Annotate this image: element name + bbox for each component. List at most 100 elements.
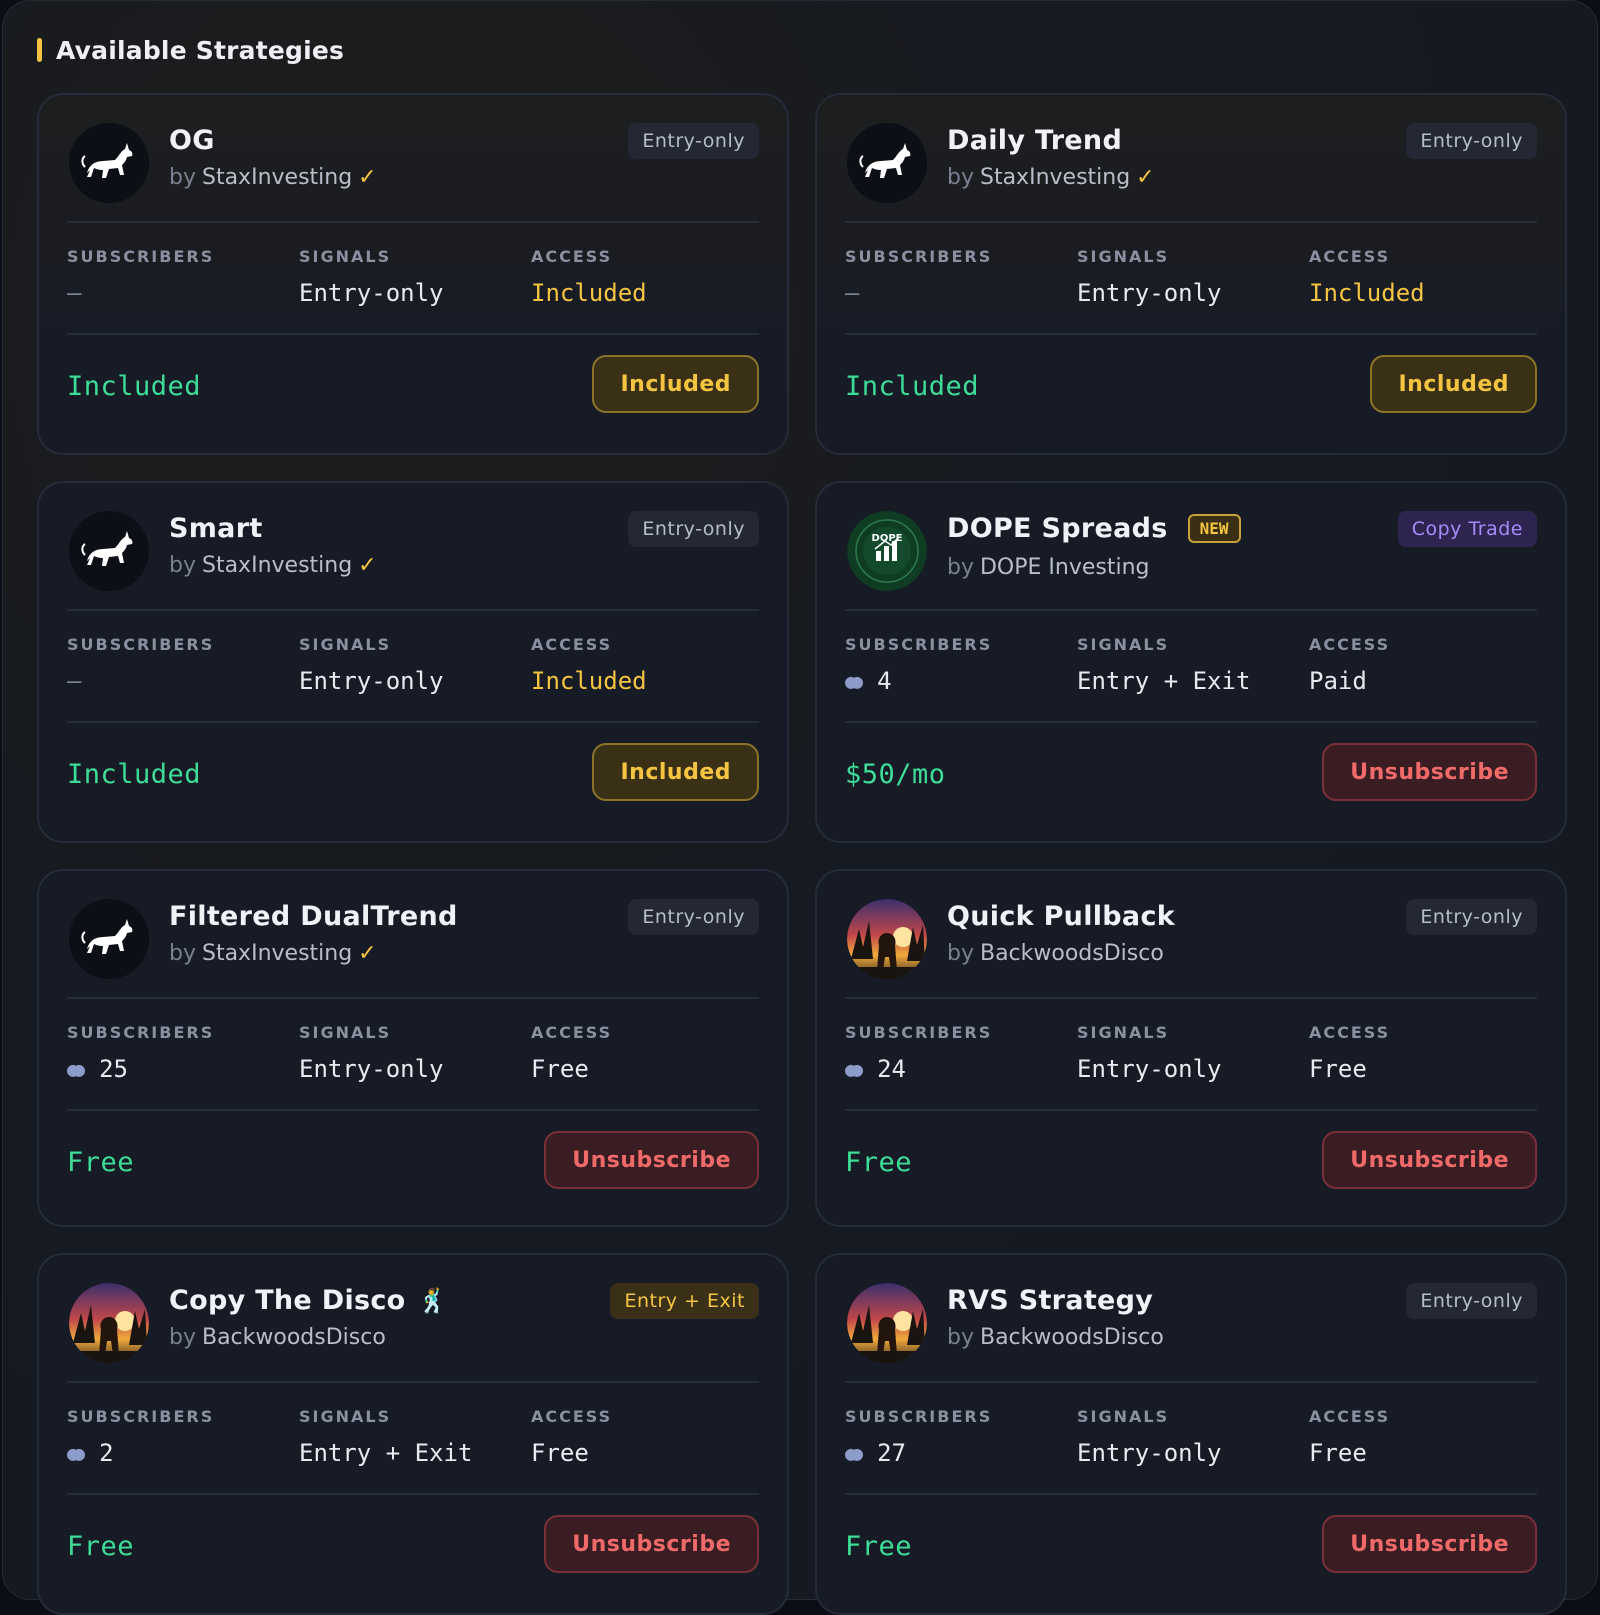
bigfoot-sunset-icon [69, 1283, 149, 1363]
bull-icon [69, 123, 149, 203]
bigfoot-sunset-icon [847, 899, 927, 979]
access-value: Paid [1309, 667, 1367, 695]
strategy-name: Daily Trend [947, 125, 1123, 156]
subscribers-label: SUBSCRIBERS [67, 1023, 215, 1042]
subscribers-value: ●● 4 [845, 667, 892, 695]
users-icon: ●● [67, 1441, 85, 1465]
access-value: Free [531, 1055, 589, 1083]
bull-icon [69, 899, 149, 979]
subscribers-value: ●● 25 [67, 1055, 128, 1083]
unsubscribe-button[interactable]: Unsubscribe [1322, 1515, 1537, 1573]
strategy-card-copy-the-disco[interactable]: Copy The Disco 🕺 by BackwoodsDisco Entry… [37, 1253, 789, 1615]
svg-text:DOPE: DOPE [872, 533, 903, 544]
divider [845, 609, 1537, 611]
access-value: Free [531, 1439, 589, 1467]
signals-label: SIGNALS [299, 1407, 392, 1426]
signals-value: Entry-only [1077, 1439, 1222, 1467]
divider [845, 1381, 1537, 1383]
signal-type-tag: Entry-only [1406, 123, 1537, 159]
strategy-author: by StaxInvesting ✓ [947, 165, 1155, 190]
signals-value: Entry + Exit [299, 1439, 473, 1467]
access-label: ACCESS [531, 635, 613, 654]
access-value: Free [1309, 1439, 1367, 1467]
strategy-card-og[interactable]: OG by StaxInvesting ✓ Entry-only SUBSCRI… [37, 93, 789, 455]
subscribers-value: — [67, 667, 82, 695]
price-text: Included [67, 759, 202, 790]
divider [67, 721, 759, 723]
bull-icon [69, 511, 149, 591]
access-label: ACCESS [531, 247, 613, 266]
divider [67, 1109, 759, 1111]
access-value: Free [1309, 1055, 1367, 1083]
subscribers-label: SUBSCRIBERS [845, 1023, 993, 1042]
subscribers-label: SUBSCRIBERS [67, 635, 215, 654]
unsubscribe-button[interactable]: Unsubscribe [1322, 743, 1537, 801]
new-badge: NEW [1187, 514, 1241, 543]
section-title: Available Strategies [56, 35, 345, 65]
strategy-author: by BackwoodsDisco [947, 1325, 1164, 1350]
price-text: Free [845, 1531, 913, 1562]
access-label: ACCESS [1309, 1023, 1391, 1042]
strategy-card-filtered-dualtrend[interactable]: Filtered DualTrend by StaxInvesting ✓ En… [37, 869, 789, 1227]
signal-type-tag: Entry-only [1406, 1283, 1537, 1319]
divider [845, 997, 1537, 999]
divider [67, 221, 759, 223]
title-accent-bar [37, 38, 42, 62]
strategy-name: Smart [169, 513, 263, 544]
strategy-author: by StaxInvesting ✓ [169, 165, 377, 190]
signals-value: Entry-only [1077, 1055, 1222, 1083]
price-text: Free [67, 1147, 135, 1178]
signal-type-tag: Entry-only [628, 511, 759, 547]
signal-type-tag: Entry-only [628, 123, 759, 159]
strategy-grid: OG by StaxInvesting ✓ Entry-only SUBSCRI… [37, 93, 1567, 1615]
strategy-author: by BackwoodsDisco [947, 941, 1164, 966]
subscribers-value: ●● 2 [67, 1439, 114, 1467]
users-icon: ●● [845, 1441, 863, 1465]
bigfoot-sunset-icon [847, 1283, 927, 1363]
strategy-author: by StaxInvesting ✓ [169, 941, 377, 966]
unsubscribe-button[interactable]: Unsubscribe [544, 1131, 759, 1189]
access-label: ACCESS [1309, 247, 1391, 266]
strategy-author: by DOPE Investing [947, 555, 1150, 580]
subscribers-value: ●● 24 [845, 1055, 906, 1083]
signals-label: SIGNALS [1077, 1407, 1170, 1426]
strategy-author: by StaxInvesting ✓ [169, 553, 377, 578]
strategy-card-daily-trend[interactable]: Daily Trend by StaxInvesting ✓ Entry-onl… [815, 93, 1567, 455]
strategy-card-smart[interactable]: Smart by StaxInvesting ✓ Entry-only SUBS… [37, 481, 789, 843]
dancer-icon: 🕺 [417, 1286, 448, 1315]
strategy-card-rvs-strategy[interactable]: RVS Strategy by BackwoodsDisco Entry-onl… [815, 1253, 1567, 1615]
access-value: Included [1309, 279, 1425, 307]
divider [67, 609, 759, 611]
strategy-name: Quick Pullback [947, 901, 1176, 932]
divider [845, 1109, 1537, 1111]
price-text: Included [67, 371, 202, 402]
signals-label: SIGNALS [299, 247, 392, 266]
divider [67, 1493, 759, 1495]
strategy-card-quick-pullback[interactable]: Quick Pullback by BackwoodsDisco Entry-o… [815, 869, 1567, 1227]
signal-type-tag: Entry-only [1406, 899, 1537, 935]
verified-check-icon: ✓ [358, 553, 377, 578]
access-label: ACCESS [531, 1023, 613, 1042]
unsubscribe-button[interactable]: Unsubscribe [1322, 1131, 1537, 1189]
verified-check-icon: ✓ [1136, 165, 1155, 190]
strategy-name: Filtered DualTrend [169, 901, 458, 932]
included-button[interactable]: Included [592, 355, 759, 413]
access-label: ACCESS [1309, 1407, 1391, 1426]
included-button[interactable]: Included [592, 743, 759, 801]
access-label: ACCESS [1309, 635, 1391, 654]
signals-value: Entry-only [1077, 279, 1222, 307]
users-icon: ●● [67, 1057, 85, 1081]
strategy-card-dope-spreads[interactable]: DOPE DOPE Spreads NEW by DOPE Investing … [815, 481, 1567, 843]
users-icon: ●● [845, 669, 863, 693]
access-value: Included [531, 667, 647, 695]
divider [845, 333, 1537, 335]
included-button[interactable]: Included [1370, 355, 1537, 413]
verified-check-icon: ✓ [358, 941, 377, 966]
unsubscribe-button[interactable]: Unsubscribe [544, 1515, 759, 1573]
subscribers-label: SUBSCRIBERS [67, 1407, 215, 1426]
divider [67, 333, 759, 335]
strategy-name: RVS Strategy [947, 1285, 1154, 1316]
subscribers-label: SUBSCRIBERS [845, 1407, 993, 1426]
subscribers-label: SUBSCRIBERS [845, 247, 993, 266]
strategy-name: DOPE Spreads [947, 513, 1168, 544]
